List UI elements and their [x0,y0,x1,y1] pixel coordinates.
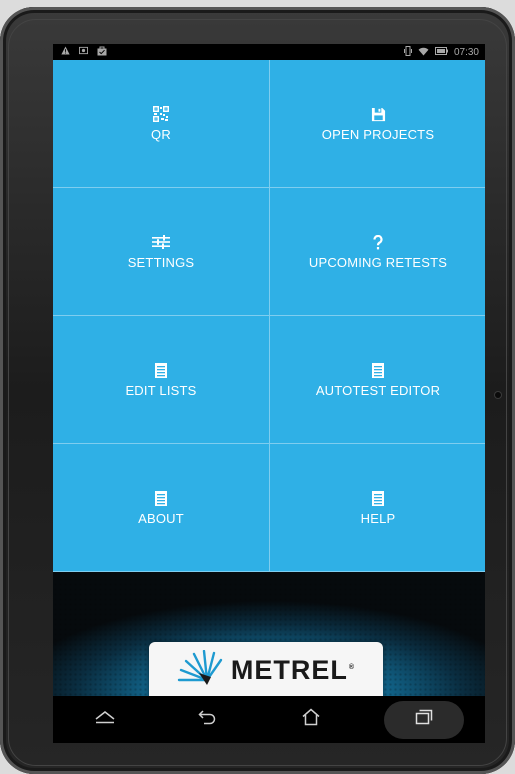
document-icon [372,489,384,507]
qr-label: QR [151,127,171,142]
vibrate-icon [403,46,412,60]
clock: 07:30 [453,47,479,58]
help-tile[interactable]: HELP [270,444,485,571]
metrel-fan-icon [177,649,223,691]
autotest-editor-label: AUTOTEST EDITOR [315,383,441,398]
sliders-icon [152,233,170,251]
document-icon [155,361,167,379]
recent-apps-button[interactable] [383,700,464,739]
brand-banner: METREL® [53,572,485,696]
android-nav-bar [53,696,485,743]
open-projects-label: OPEN PROJECTS [321,127,435,142]
document-icon [155,489,167,507]
about-label: ABOUT [138,511,184,526]
battery-icon [434,47,448,59]
hide-keyboard-button[interactable] [75,701,135,739]
recent-apps-icon [415,709,433,730]
about-tile[interactable]: ABOUT [53,444,269,571]
home-icon [301,708,321,731]
image-icon [79,46,88,60]
status-bar: 07:30 [53,44,485,60]
question-icon [373,233,383,251]
metrel-wordmark: METREL® [230,654,356,685]
open-projects-tile[interactable]: OPEN PROJECTS [270,60,485,187]
wifi-icon [418,47,429,60]
upcoming-retests-label: UPCOMING RETESTS [308,255,448,270]
qr-code-icon [153,105,169,123]
autotest-editor-tile[interactable]: AUTOTEST EDITOR [270,316,485,443]
main-menu-grid: QR OPEN PROJECTS SETTINGS UPCOMING RETES… [53,60,485,572]
edit-lists-label: EDIT LISTS [125,383,197,398]
document-icon [372,361,384,379]
back-button[interactable] [178,701,238,739]
settings-tile[interactable]: SETTINGS [53,188,269,315]
edit-lists-tile[interactable]: EDIT LISTS [53,316,269,443]
upcoming-retests-tile[interactable]: UPCOMING RETESTS [270,188,485,315]
settings-label: SETTINGS [127,255,195,270]
qr-tile[interactable]: QR [53,60,269,187]
camera-lens [495,392,501,398]
warning-icon [61,46,70,60]
screen: 07:30 QR OPEN PROJECTS SETTINGS UPCOMING… [53,44,485,743]
home-button[interactable] [281,701,341,739]
save-icon [371,105,386,123]
metrel-logo: METREL® [149,642,383,696]
bag-icon [97,46,107,60]
hide-keyboard-icon [94,710,116,729]
help-label: HELP [360,511,396,526]
back-icon [197,709,218,730]
